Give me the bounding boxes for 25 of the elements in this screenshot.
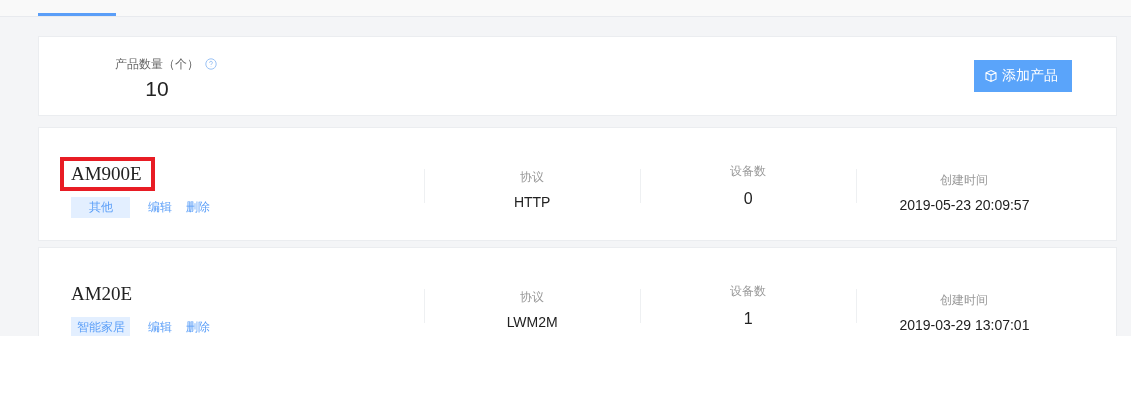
- created-time: 2019-03-29 13:07:01: [899, 317, 1030, 333]
- delete-link[interactable]: 删除: [186, 318, 210, 336]
- category-tag: 其他: [71, 196, 130, 218]
- edit-link[interactable]: 编辑: [148, 318, 172, 336]
- add-product-button[interactable]: 添加产品: [974, 60, 1072, 92]
- protocol-value: LWM2M: [506, 314, 558, 330]
- product-name: AM900E: [71, 162, 142, 184]
- device-count: 0: [743, 190, 753, 208]
- created-time: 2019-05-23 20:09:57: [899, 197, 1030, 213]
- product-count-label: 产品数量（个）: [115, 55, 199, 73]
- delete-link[interactable]: 删除: [186, 198, 210, 216]
- created-time-label: 创建时间: [940, 172, 989, 189]
- cube-icon: [984, 69, 998, 83]
- product-name: AM20E: [71, 282, 133, 304]
- device-count: 1: [743, 310, 753, 328]
- protocol-label: 协议: [520, 169, 545, 186]
- created-time-label: 创建时间: [940, 292, 989, 309]
- protocol-value: HTTP: [513, 194, 551, 210]
- category-tag: 智能家居: [71, 316, 130, 336]
- protocol-label: 协议: [520, 289, 545, 306]
- help-icon[interactable]: [205, 58, 217, 70]
- device-count-label: 设备数: [730, 163, 767, 180]
- product-count: 10: [145, 76, 169, 101]
- device-count-label: 设备数: [730, 283, 767, 300]
- edit-link[interactable]: 编辑: [148, 198, 172, 216]
